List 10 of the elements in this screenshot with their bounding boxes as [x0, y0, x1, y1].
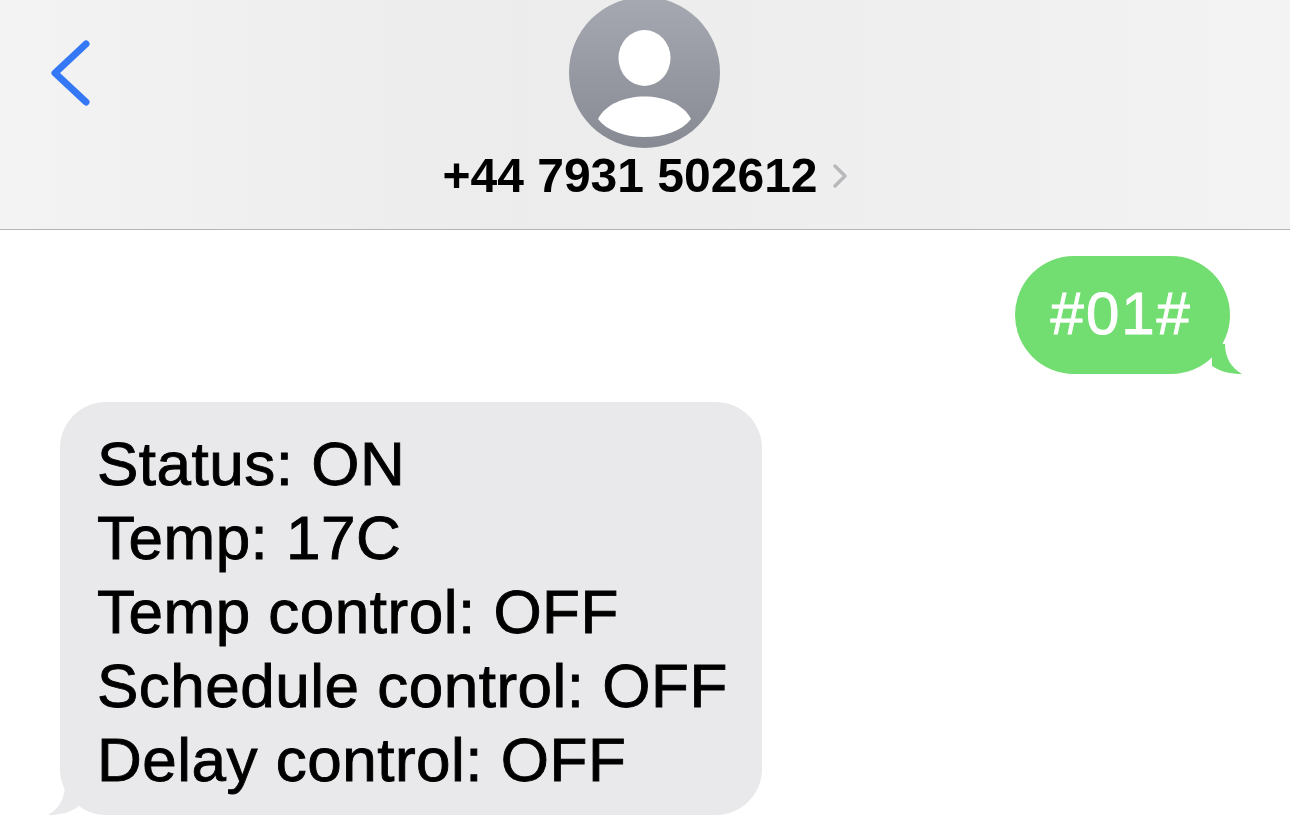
message-text: Delay control: OFF: [97, 724, 628, 796]
message-text: Temp control: OFF: [97, 576, 620, 648]
back-icon[interactable]: [50, 40, 90, 106]
message-text: Status: ON: [97, 428, 407, 500]
avatar-icon[interactable]: [569, 0, 721, 148]
message-text: Schedule control: OFF: [97, 650, 728, 722]
message-text: #01#: [1050, 284, 1192, 343]
contact-button[interactable]: +44 7931 502612: [442, 148, 848, 204]
chevron-right-icon: [831, 163, 848, 189]
message-text: Temp: 17C: [97, 502, 403, 574]
